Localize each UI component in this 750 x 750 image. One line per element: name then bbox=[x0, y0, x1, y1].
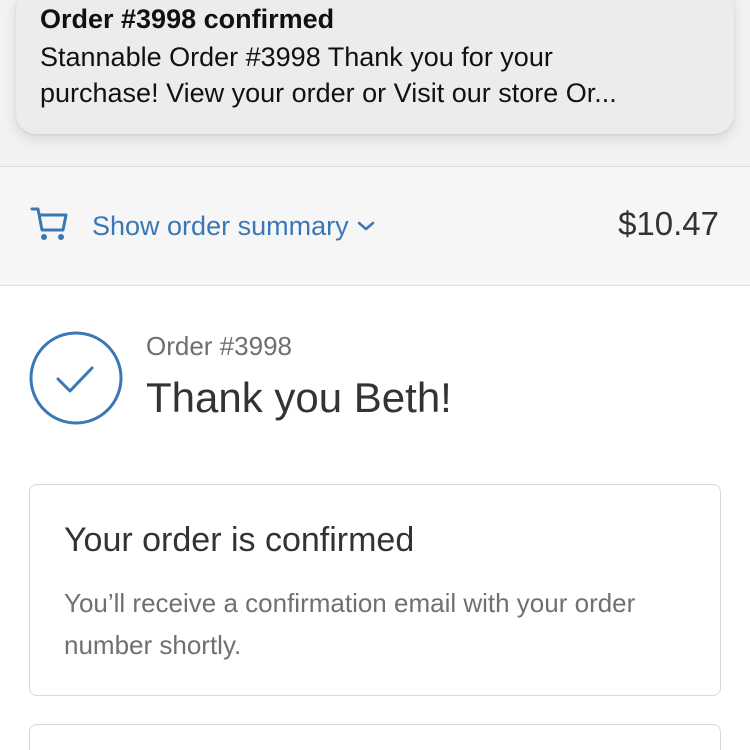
next-section-card bbox=[29, 724, 721, 750]
notification-area: Order #3998 confirmed Stannable Order #3… bbox=[0, 0, 750, 166]
order-confirmed-heading: Your order is confirmed bbox=[64, 521, 415, 559]
show-order-summary-toggle[interactable]: Show order summary bbox=[92, 208, 375, 244]
checkmark-circle-icon bbox=[29, 331, 123, 425]
order-confirmed-card: Your order is confirmed You’ll receive a… bbox=[29, 484, 721, 696]
notification-body-line: Stannable Order #3998 Thank you for your bbox=[40, 42, 553, 72]
thank-you-heading: Thank you Beth! bbox=[146, 374, 452, 421]
notification-body: Stannable Order #3998 Thank you for your… bbox=[40, 39, 716, 111]
order-number: Order #3998 bbox=[146, 331, 292, 361]
show-order-summary-label: Show order summary bbox=[92, 210, 349, 241]
notification-title: Order #3998 confirmed bbox=[40, 4, 335, 34]
cart-icon[interactable] bbox=[30, 203, 70, 243]
order-total: $10.47 bbox=[618, 205, 719, 242]
notification-body-line: purchase! View your order or Visit our s… bbox=[40, 78, 617, 108]
checkout-thank-you-page: Order #3998 confirmed Stannable Order #3… bbox=[0, 0, 750, 750]
order-confirmed-message: You’ll receive a confirmation email with… bbox=[64, 588, 636, 660]
notification-banner[interactable]: Order #3998 confirmed Stannable Order #3… bbox=[16, 0, 734, 134]
chevron-down-icon bbox=[357, 221, 374, 231]
